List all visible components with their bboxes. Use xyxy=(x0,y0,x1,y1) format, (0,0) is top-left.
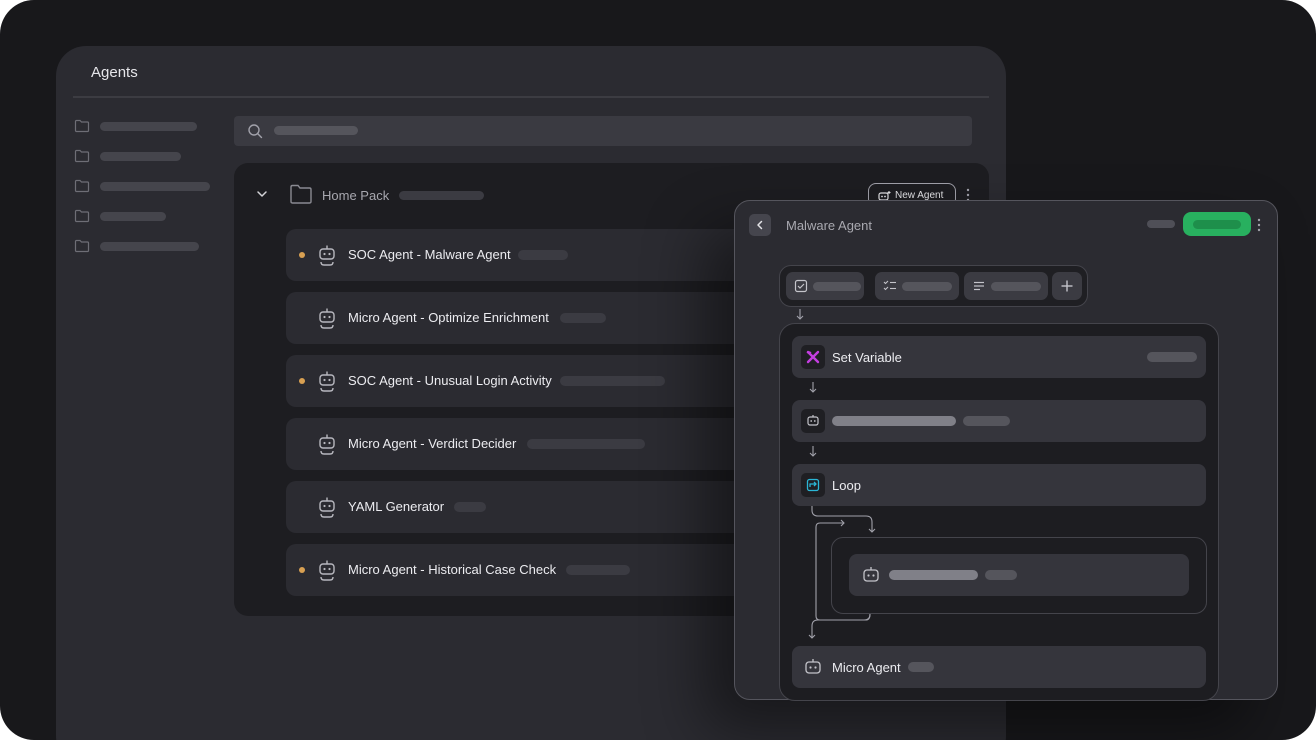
plus-icon xyxy=(1061,280,1073,292)
new-agent-label: New Agent xyxy=(895,189,944,201)
folder-icon xyxy=(74,119,90,133)
agent-meta-placeholder xyxy=(560,313,606,323)
more-vertical-icon[interactable] xyxy=(1257,217,1261,233)
agent-detail-panel: Malware Agent Set Variable Loop Micro Ag… xyxy=(734,200,1278,701)
sidebar-label-placeholder xyxy=(100,182,210,191)
checklist-icon xyxy=(883,280,896,291)
set-variable-node[interactable]: Set Variable xyxy=(792,336,1206,378)
back-button[interactable] xyxy=(749,214,771,236)
loop-node[interactable]: Loop xyxy=(792,464,1206,506)
checkbox-icon xyxy=(794,279,808,293)
micro-agent-label: Micro Agent xyxy=(832,660,901,675)
agent-step-node[interactable] xyxy=(792,400,1206,442)
agent-meta-placeholder xyxy=(560,376,665,386)
agent-name: YAML Generator xyxy=(348,499,445,514)
agent-row[interactable]: Micro Agent - Optimize Enrichment xyxy=(286,292,786,344)
agent-name: SOC Agent - Malware Agent xyxy=(348,247,511,262)
toolbar-checklist-button[interactable] xyxy=(875,272,959,300)
bot-icon xyxy=(878,190,891,201)
bot-icon xyxy=(316,306,338,330)
status-dot xyxy=(299,378,305,384)
agent-row[interactable]: SOC Agent - Unusual Login Activity xyxy=(286,355,786,407)
agent-name: Micro Agent - Verdict Decider xyxy=(348,436,517,451)
folder-icon xyxy=(74,209,90,223)
folder-icon xyxy=(74,239,90,253)
loop-body xyxy=(831,537,1207,614)
agent-meta-placeholder xyxy=(518,250,568,260)
toolbar-checkbox-button[interactable] xyxy=(786,272,864,300)
toolbar-label-placeholder xyxy=(991,282,1041,291)
bot-icon xyxy=(316,558,338,582)
search-input[interactable] xyxy=(234,116,972,146)
sidebar-folder-2[interactable] xyxy=(74,146,181,166)
app-stage: Agents Home Pack New Agent SOC Agent - M… xyxy=(0,0,1316,740)
header-divider xyxy=(73,96,989,98)
sidebar-label-placeholder xyxy=(100,212,166,221)
sidebar-folder-4[interactable] xyxy=(74,206,166,226)
loop-icon xyxy=(801,473,825,497)
folder-icon xyxy=(74,179,90,193)
agent-row[interactable]: Micro Agent - Historical Case Check xyxy=(286,544,786,596)
node-meta-placeholder xyxy=(1147,352,1197,362)
sidebar-label-placeholder xyxy=(100,122,197,131)
sidebar-label-placeholder xyxy=(100,242,199,251)
list-icon xyxy=(974,281,984,291)
toolbar-label-placeholder xyxy=(813,282,861,291)
loop-label: Loop xyxy=(832,478,861,493)
bot-icon xyxy=(801,655,825,679)
bot-icon xyxy=(316,369,338,393)
agent-meta-placeholder xyxy=(527,439,645,449)
run-button-label-placeholder xyxy=(1193,219,1241,229)
pack-name: Home Pack xyxy=(322,188,390,203)
agent-row[interactable]: Micro Agent - Verdict Decider xyxy=(286,418,786,470)
agent-name: Micro Agent - Historical Case Check xyxy=(348,562,557,577)
arrow-down-icon xyxy=(809,446,817,457)
folder-icon xyxy=(290,184,312,204)
status-dot xyxy=(299,567,305,573)
agent-row[interactable]: YAML Generator xyxy=(286,481,786,533)
arrow-down-icon xyxy=(796,309,804,320)
chevron-down-icon[interactable] xyxy=(255,189,269,199)
toolbar-label-placeholder xyxy=(902,282,952,291)
agent-row[interactable]: SOC Agent - Malware Agent xyxy=(286,229,786,281)
bot-icon xyxy=(863,567,879,582)
node-label-placeholder xyxy=(832,416,956,426)
bot-icon xyxy=(316,495,338,519)
chevron-left-icon xyxy=(757,220,763,230)
panel-title: Malware Agent xyxy=(786,218,872,233)
sidebar-folder-3[interactable] xyxy=(74,176,210,196)
bot-icon xyxy=(316,243,338,267)
node-meta-placeholder xyxy=(985,570,1017,580)
flow-canvas: Set Variable Loop Micro Agent xyxy=(779,323,1219,701)
status-placeholder xyxy=(1147,220,1175,228)
sidebar-folder-5[interactable] xyxy=(74,236,199,256)
variable-icon xyxy=(801,345,825,369)
add-step-button[interactable] xyxy=(1052,272,1082,300)
window-title: Agents xyxy=(91,64,138,81)
node-label-placeholder xyxy=(889,570,978,580)
folder-icon xyxy=(74,149,90,163)
node-meta-placeholder xyxy=(963,416,1010,426)
run-button[interactable] xyxy=(1183,212,1251,236)
set-variable-label: Set Variable xyxy=(832,350,902,365)
status-dot xyxy=(299,252,305,258)
agent-meta-placeholder xyxy=(454,502,486,512)
agent-name: SOC Agent - Unusual Login Activity xyxy=(348,373,552,388)
step-toolbar xyxy=(779,265,1088,307)
loop-agent-node[interactable] xyxy=(849,554,1189,596)
search-icon xyxy=(248,124,263,139)
sidebar-label-placeholder xyxy=(100,152,181,161)
micro-agent-node[interactable]: Micro Agent xyxy=(792,646,1206,688)
toolbar-list-button[interactable] xyxy=(964,272,1048,300)
agent-name: Micro Agent - Optimize Enrichment xyxy=(348,310,549,325)
arrow-down-icon xyxy=(809,382,817,393)
bot-icon xyxy=(801,409,825,433)
sidebar-folder-1[interactable] xyxy=(74,116,197,136)
search-placeholder xyxy=(274,126,358,135)
agent-meta-placeholder xyxy=(566,565,630,575)
pack-meta-placeholder xyxy=(399,191,484,200)
node-meta-placeholder xyxy=(908,662,934,672)
bot-icon xyxy=(316,432,338,456)
